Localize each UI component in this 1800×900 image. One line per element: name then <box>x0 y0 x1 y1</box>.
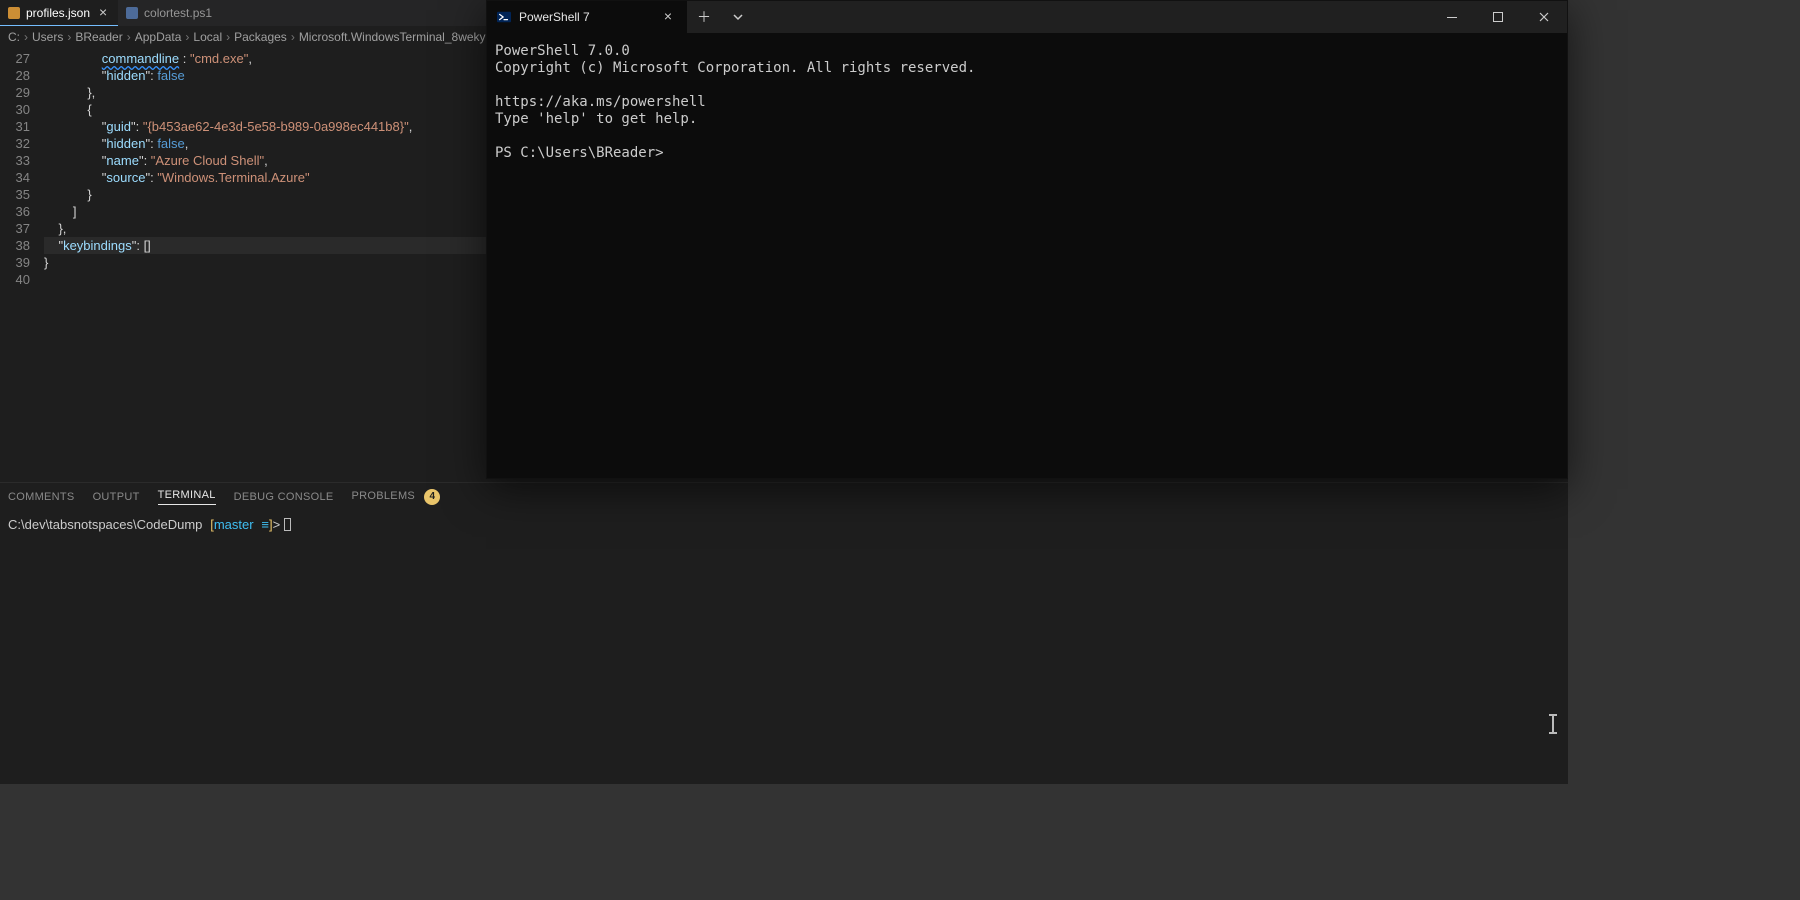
breadcrumb-segment[interactable]: AppData <box>135 30 182 44</box>
breadcrumb-segment[interactable]: BReader <box>75 30 122 44</box>
line-number-gutter: 2728293031323334353637383940 <box>0 48 44 482</box>
panel-tab-comments[interactable]: COMMENTS <box>8 491 75 503</box>
text-cursor-icon <box>1552 716 1554 732</box>
terminal-cwd: C:\dev\tabsnotspaces\CodeDump <box>8 517 202 532</box>
terminal-tab-title: PowerShell 7 <box>519 10 590 24</box>
titlebar[interactable]: PowerShell 7 × ＋ <box>487 1 1567 33</box>
git-status-symbol: ≡ <box>261 517 269 532</box>
terminal-output[interactable]: PowerShell 7.0.0 Copyright (c) Microsoft… <box>487 33 1567 478</box>
problems-badge: 4 <box>424 489 440 505</box>
panel-tab-debug[interactable]: DEBUG CONSOLE <box>234 491 334 503</box>
tab-dropdown-button[interactable] <box>721 1 755 33</box>
breadcrumb-segment[interactable]: Local <box>193 30 222 44</box>
panel-tab-output[interactable]: OUTPUT <box>93 491 140 503</box>
terminal-cursor <box>284 518 291 531</box>
maximize-button[interactable] <box>1475 1 1521 33</box>
window-controls <box>1429 1 1567 33</box>
bottom-panel: COMMENTS OUTPUT TERMINAL DEBUG CONSOLE P… <box>0 482 1568 784</box>
ps1-file-icon <box>126 7 138 19</box>
chevron-down-icon <box>732 11 744 23</box>
terminal-tab-powershell[interactable]: PowerShell 7 × <box>487 1 687 33</box>
git-branch: master <box>214 517 254 532</box>
panel-tab-problems[interactable]: PROBLEMS 4 <box>352 489 441 505</box>
integrated-terminal[interactable]: C:\dev\tabsnotspaces\CodeDump [master ≡]… <box>0 511 1568 539</box>
panel-tab-label: PROBLEMS <box>352 490 416 502</box>
powershell-icon <box>497 10 511 24</box>
breadcrumb-segment[interactable]: Users <box>32 30 63 44</box>
maximize-icon <box>1492 11 1504 23</box>
close-icon <box>1538 11 1550 23</box>
close-icon[interactable]: × <box>659 8 677 26</box>
json-file-icon <box>8 7 20 19</box>
new-tab-button[interactable]: ＋ <box>687 1 721 33</box>
minimize-icon <box>1446 11 1458 23</box>
close-icon[interactable]: × <box>96 6 110 20</box>
windows-terminal-window: PowerShell 7 × ＋ PowerShell 7.0.0 Copyri… <box>486 0 1568 479</box>
panel-tab-terminal[interactable]: TERMINAL <box>158 489 216 505</box>
breadcrumb-segment[interactable]: C: <box>8 30 20 44</box>
editor-tab-label: profiles.json <box>26 6 90 20</box>
minimize-button[interactable] <box>1429 1 1475 33</box>
editor-tab-profiles-json[interactable]: profiles.json × <box>0 0 118 26</box>
editor-tab-label: colortest.ps1 <box>144 6 212 20</box>
close-window-button[interactable] <box>1521 1 1567 33</box>
breadcrumb-segment[interactable]: Packages <box>234 30 287 44</box>
editor-tab-colortest-ps1[interactable]: colortest.ps1 × <box>118 0 240 26</box>
panel-tabbar: COMMENTS OUTPUT TERMINAL DEBUG CONSOLE P… <box>0 483 1568 511</box>
